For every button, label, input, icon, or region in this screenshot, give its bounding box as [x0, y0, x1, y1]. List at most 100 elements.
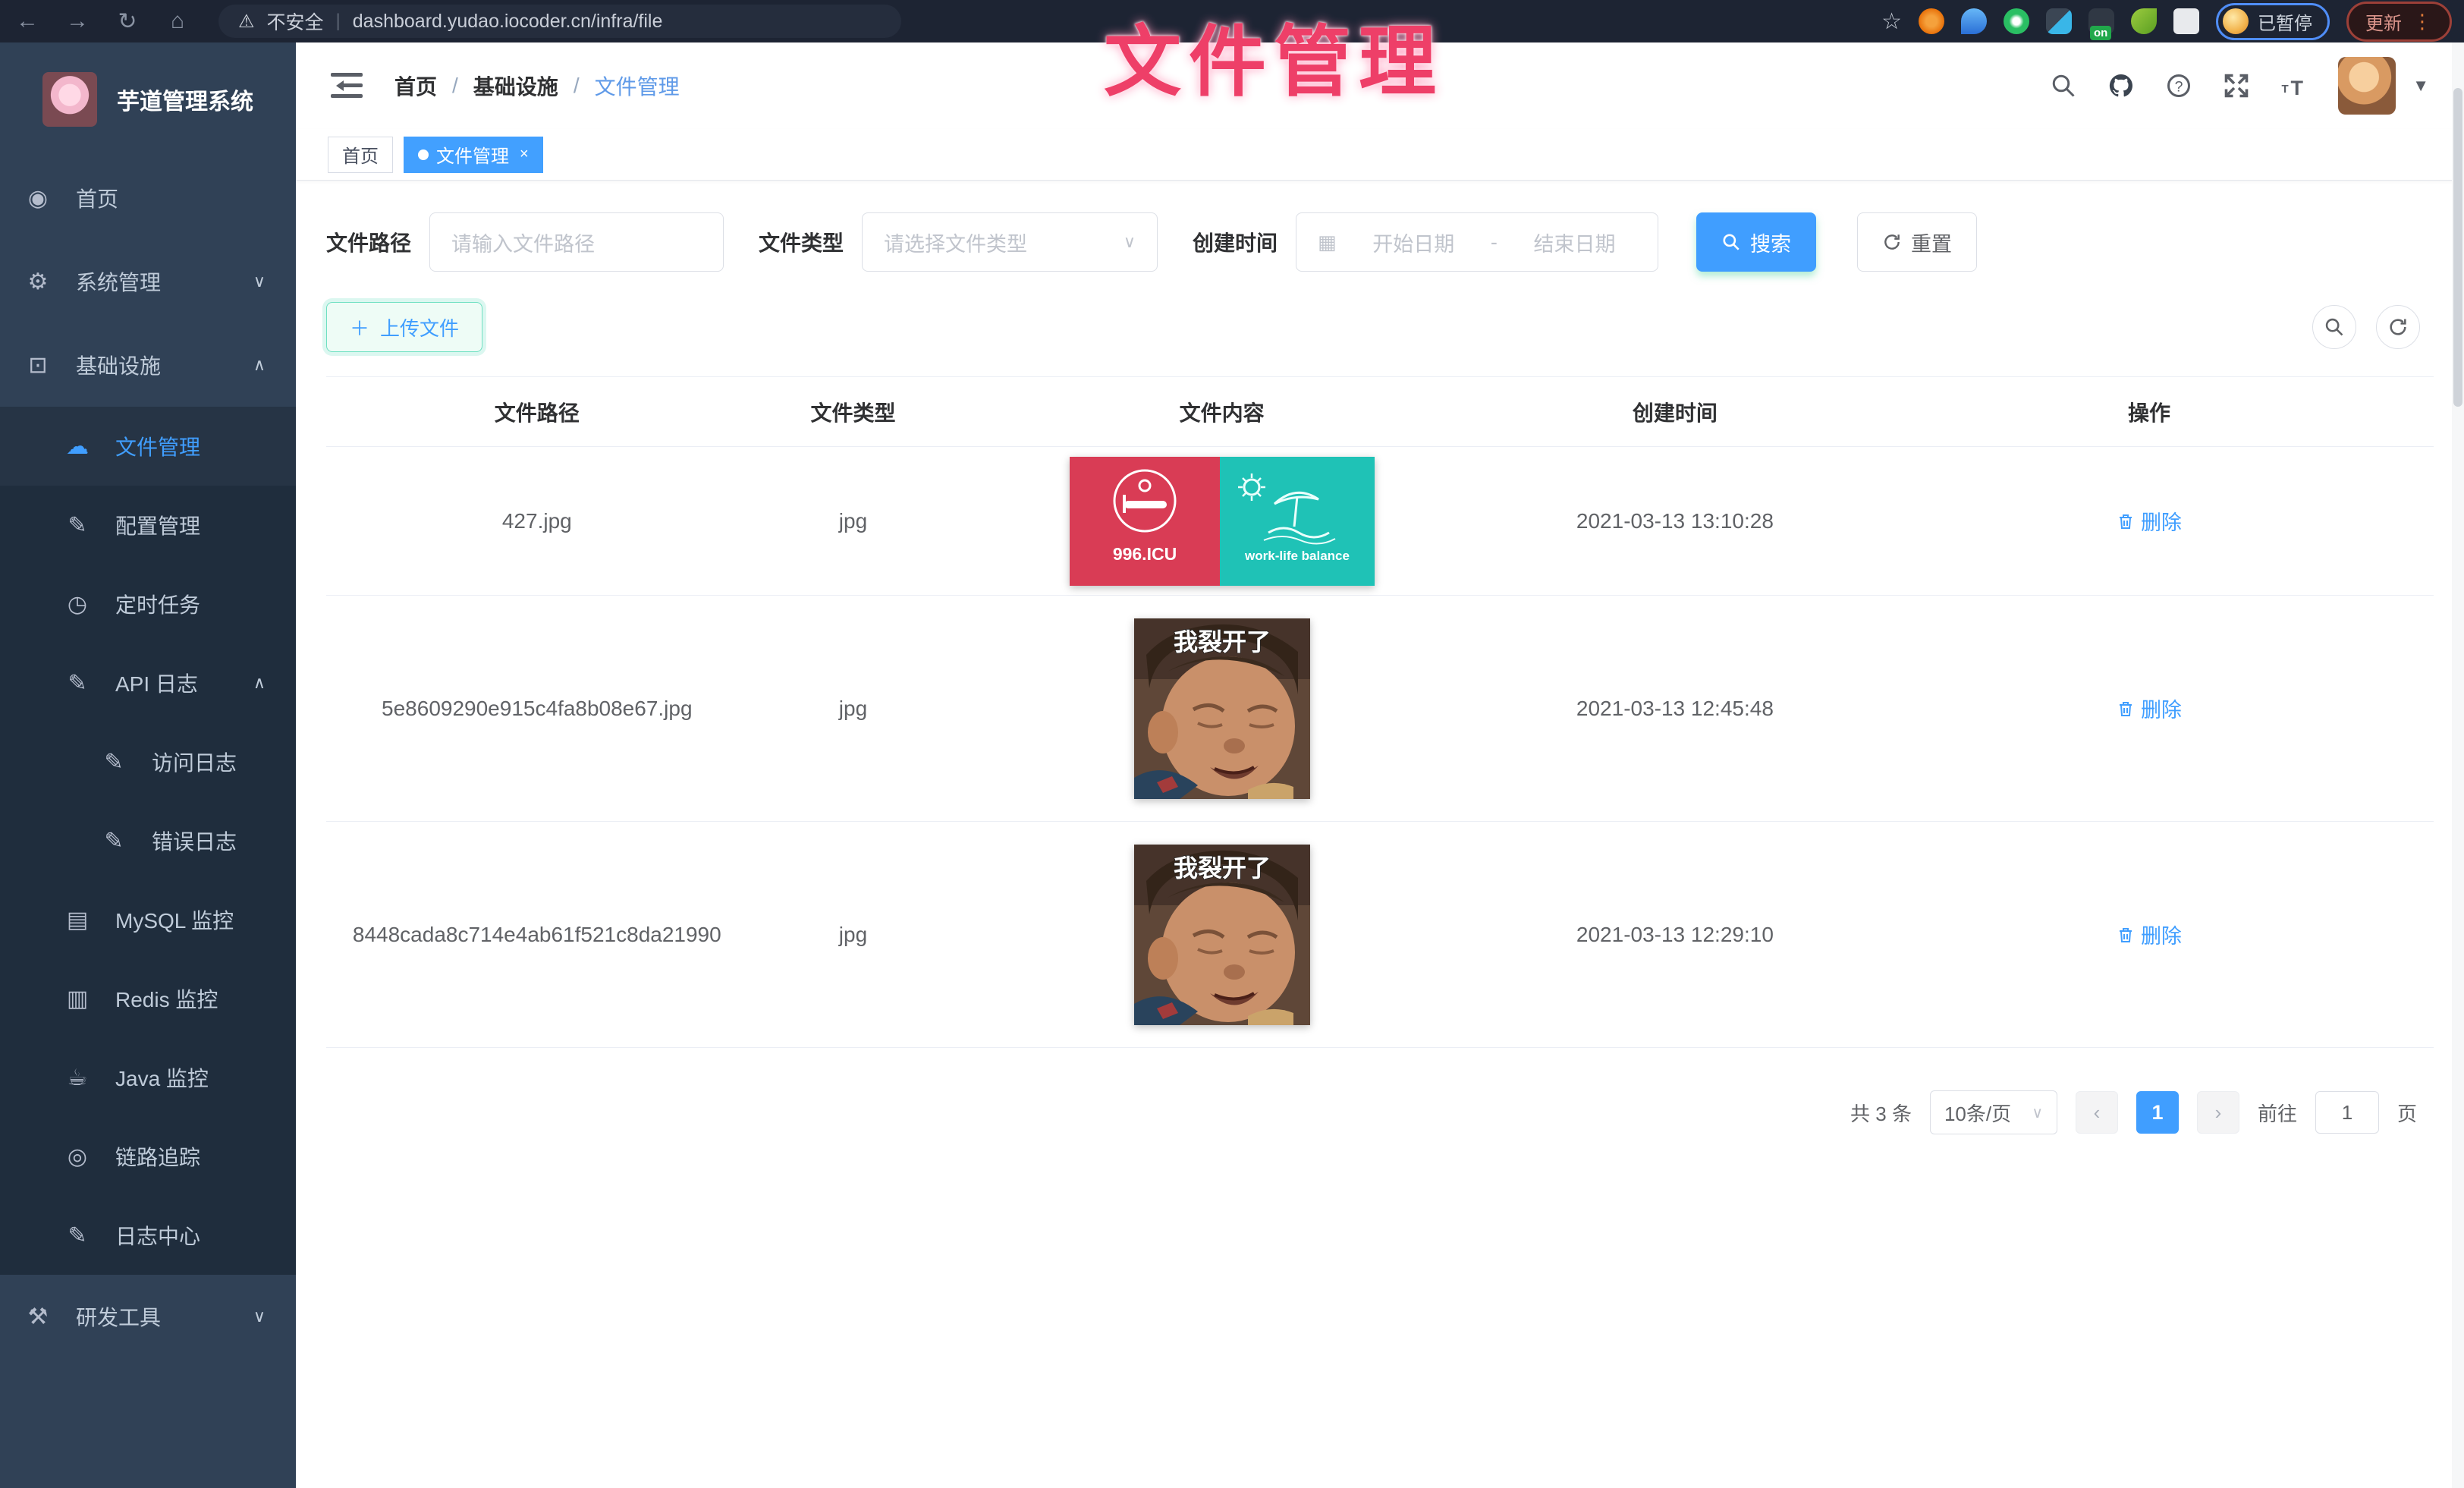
- browser-reload-icon[interactable]: ↻: [112, 8, 143, 35]
- chevron-down-icon: ∨: [253, 272, 266, 291]
- file-type-select[interactable]: 请选择文件类型 ∨: [862, 212, 1158, 272]
- scrollbar-thumb[interactable]: [2453, 88, 2462, 407]
- sidebar-item-api-log[interactable]: ✎ API 日志 ∧: [0, 643, 296, 722]
- search-icon[interactable]: [2050, 72, 2077, 99]
- delete-label: 删除: [2141, 506, 2182, 536]
- extension-icon[interactable]: [1919, 8, 1944, 34]
- browser-avatar: [2223, 8, 2249, 34]
- delete-link[interactable]: 删除: [2117, 694, 2182, 723]
- extension-icon[interactable]: [2131, 8, 2157, 34]
- database-icon: ▤: [61, 907, 94, 933]
- extension-icon[interactable]: [2046, 8, 2072, 34]
- url-divider: |: [336, 11, 341, 32]
- page-size-select[interactable]: 10条/页 ∨: [1930, 1090, 2057, 1134]
- sidebar-item-home[interactable]: ◉ 首页: [0, 156, 296, 240]
- extensions-puzzle-icon[interactable]: [2173, 8, 2199, 34]
- help-icon[interactable]: ?: [2165, 72, 2192, 99]
- update-button[interactable]: 更新 ⋮: [2346, 2, 2452, 42]
- log-icon: ✎: [97, 828, 130, 854]
- extension-icon[interactable]: on: [2088, 8, 2114, 34]
- refresh-table-button[interactable]: [2376, 305, 2420, 349]
- sidebar-item-java[interactable]: ☕ Java 监控: [0, 1038, 296, 1117]
- tags-view-bar: 首页 文件管理 ×: [296, 129, 2464, 181]
- delete-link[interactable]: 删除: [2117, 920, 2182, 949]
- url-text[interactable]: dashboard.yudao.iocoder.cn/infra/file: [353, 11, 663, 33]
- extension-icon[interactable]: [1961, 8, 1987, 34]
- file-type-label: 文件类型: [759, 227, 844, 257]
- file-type-cell: jpg: [748, 697, 959, 721]
- tag-label: 文件管理: [436, 141, 509, 168]
- reset-button[interactable]: 重置: [1857, 212, 1977, 272]
- sidebar-item-label: API 日志: [115, 668, 198, 698]
- date-range-picker[interactable]: ▦ 开始日期 - 结束日期: [1296, 212, 1658, 272]
- sidebar-item-label: 定时任务: [115, 589, 200, 619]
- breadcrumb-infra[interactable]: 基础设施: [473, 71, 558, 101]
- tag-file-management[interactable]: 文件管理 ×: [404, 137, 543, 173]
- browser-back-icon[interactable]: ←: [12, 8, 42, 34]
- github-icon[interactable]: [2107, 72, 2135, 99]
- user-avatar[interactable]: [2338, 57, 2396, 115]
- sidebar-item-infra[interactable]: ⊡ 基础设施 ∧: [0, 323, 296, 407]
- sidebar-item-label: 配置管理: [115, 510, 200, 540]
- trash-icon: [2117, 700, 2135, 718]
- chevron-up-icon: ∧: [253, 673, 266, 693]
- file-type-cell: jpg: [748, 923, 959, 947]
- refresh-icon: [2387, 316, 2409, 338]
- toggle-search-button[interactable]: [2312, 305, 2356, 349]
- sidebar-item-system[interactable]: ⚙ 系统管理 ∨: [0, 240, 296, 323]
- delete-link[interactable]: 删除: [2117, 506, 2182, 536]
- file-preview-crying-baby-meme[interactable]: [1134, 618, 1310, 799]
- sidebar-item-access-log[interactable]: ✎ 访问日志: [0, 722, 296, 801]
- file-path-cell: 427.jpg: [326, 509, 748, 533]
- prev-page-button[interactable]: ‹: [2076, 1091, 2118, 1134]
- created-time-cell: 2021-03-13 12:29:10: [1485, 923, 1865, 947]
- next-page-button[interactable]: ›: [2197, 1091, 2239, 1134]
- start-date-placeholder[interactable]: 开始日期: [1352, 228, 1476, 257]
- browser-home-icon[interactable]: ⌂: [162, 8, 193, 34]
- browser-forward-icon[interactable]: →: [62, 8, 93, 34]
- sidebar-item-dev-tools[interactable]: ⚒ 研发工具 ∨: [0, 1275, 296, 1358]
- file-preview-996icu-banner[interactable]: 996.ICU work-: [1070, 457, 1375, 586]
- bookmark-star-icon[interactable]: ☆: [1881, 8, 1902, 35]
- upload-file-button[interactable]: ＋ 上传文件: [326, 302, 482, 352]
- file-path-placeholder: 请输入文件路径: [451, 228, 595, 257]
- extension-icon[interactable]: [2004, 8, 2029, 34]
- fullscreen-icon[interactable]: [2223, 72, 2250, 99]
- sidebar-item-log-center[interactable]: ✎ 日志中心: [0, 1196, 296, 1275]
- column-header: 创建时间: [1485, 397, 1865, 427]
- profile-paused-chip[interactable]: 已暂停: [2216, 3, 2330, 40]
- sidebar-item-redis[interactable]: ▥ Redis 监控: [0, 959, 296, 1038]
- file-path-input[interactable]: 请输入文件路径: [429, 212, 724, 272]
- browser-menu-icon[interactable]: ⋮: [2412, 10, 2433, 33]
- page-1-button[interactable]: 1: [2136, 1091, 2179, 1134]
- sidebar-item-config[interactable]: ✎ 配置管理: [0, 486, 296, 565]
- tag-home[interactable]: 首页: [328, 137, 393, 173]
- sidebar-item-tracing[interactable]: ◎ 链路追踪: [0, 1117, 296, 1196]
- infrastructure-icon: ⊡: [21, 352, 55, 379]
- scrollbar-track[interactable]: [2452, 42, 2464, 1488]
- sidebar-item-mysql[interactable]: ▤ MySQL 监控: [0, 880, 296, 959]
- collapse-sidebar-icon[interactable]: [331, 73, 363, 99]
- app-logo-row[interactable]: 芋道管理系统: [0, 42, 296, 156]
- sidebar-item-file-management[interactable]: ☁ 文件管理: [0, 407, 296, 486]
- sidebar-item-label: 错误日志: [152, 826, 237, 856]
- font-size-icon[interactable]: TT: [2280, 72, 2308, 99]
- breadcrumb-home[interactable]: 首页: [394, 71, 437, 101]
- app-title: 芋道管理系统: [117, 83, 253, 116]
- column-header: 文件内容: [958, 397, 1485, 427]
- log-icon: ✎: [97, 749, 130, 775]
- sidebar-item-error-log[interactable]: ✎ 错误日志: [0, 801, 296, 880]
- user-menu-caret-icon[interactable]: ▼: [2412, 76, 2429, 96]
- search-icon: [1721, 232, 1741, 252]
- file-preview-crying-baby-meme[interactable]: [1134, 845, 1310, 1025]
- active-tag-dot: [418, 149, 429, 160]
- end-date-placeholder[interactable]: 结束日期: [1513, 228, 1636, 257]
- page-title-watermark: 文件管理: [1104, 0, 1444, 112]
- sidebar-item-cron[interactable]: ◷ 定时任务: [0, 565, 296, 643]
- close-icon[interactable]: ×: [520, 146, 529, 163]
- address-bar[interactable]: ⚠ 不安全 | dashboard.yudao.iocoder.cn/infra…: [218, 5, 901, 38]
- search-button[interactable]: 搜索: [1696, 212, 1816, 272]
- goto-page-input[interactable]: [2315, 1091, 2379, 1134]
- security-label[interactable]: 不安全: [267, 8, 324, 35]
- cloud-upload-icon: ☁: [61, 433, 94, 460]
